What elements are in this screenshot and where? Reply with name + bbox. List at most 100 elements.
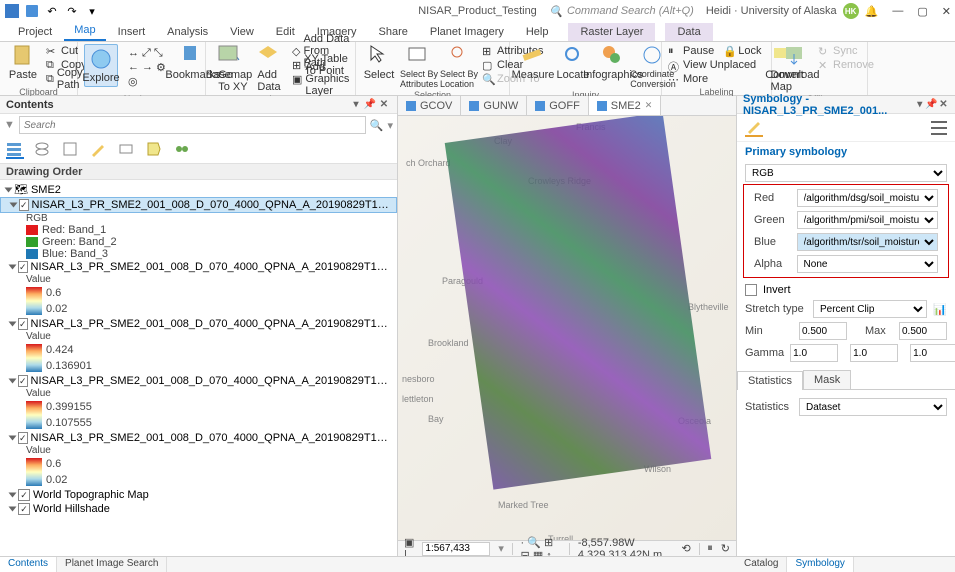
nav-prev-icon[interactable]: ← (128, 61, 139, 73)
tab-project[interactable]: Project (8, 23, 62, 41)
symb-pin-icon[interactable]: 📌 (925, 99, 937, 110)
command-search[interactable]: 🔍 Command Search (Alt+Q) (549, 5, 694, 18)
sub-tab-statistics[interactable]: Statistics (737, 371, 803, 390)
tab-planet-imagery[interactable]: Planet Imagery (420, 23, 514, 41)
close-button[interactable]: ✕ (942, 5, 951, 18)
save-icon[interactable] (24, 3, 40, 19)
view-unplaced-button[interactable]: ⒶView Unplaced (668, 58, 761, 72)
layer-row[interactable]: ✓NISAR_L3_PR_SME2_001_008_D_070_4000_QPN… (0, 317, 397, 331)
map-tab-gcov[interactable]: GCOV (398, 96, 461, 115)
expand-icon[interactable] (10, 203, 18, 208)
layer-row[interactable]: ✓NISAR_L3_PR_SME2_001_008_D_070_4000_QPN… (0, 431, 397, 445)
scale-dd-icon[interactable]: ▾ (498, 542, 504, 555)
list-by-selection-icon[interactable] (62, 141, 80, 159)
visibility-checkbox[interactable]: ✓ (18, 432, 28, 444)
nav-scale-icon[interactable]: ⤡ (154, 47, 163, 60)
symbology-type-select[interactable]: RGB (745, 164, 947, 182)
expand-icon[interactable] (9, 265, 17, 270)
contents-search-input[interactable] (19, 116, 366, 134)
max-input[interactable] (899, 322, 947, 340)
gamma-g-input[interactable] (850, 344, 898, 362)
filter-icon[interactable]: ▼ (4, 119, 15, 131)
nav-dot-icon[interactable]: ◎ (128, 75, 138, 88)
paste-button[interactable]: Paste (6, 44, 40, 81)
maximize-button[interactable]: ▢ (917, 5, 927, 18)
expand-icon[interactable] (9, 322, 17, 327)
ctx-tab-data[interactable]: Data (665, 23, 712, 41)
map-tab-sme2[interactable]: SME2✕ (589, 96, 662, 115)
expand-icon[interactable] (5, 187, 13, 192)
bell-icon[interactable]: 🔔 (865, 5, 879, 18)
bottom-tab-planet-image-search[interactable]: Planet Image Search (57, 557, 167, 572)
invert-checkbox[interactable] (745, 284, 757, 296)
histogram-icon[interactable]: 📊 (933, 303, 947, 316)
expand-icon[interactable] (9, 379, 17, 384)
minimize-button[interactable]: — (892, 5, 903, 18)
gamma-r-input[interactable] (790, 344, 838, 362)
tab-help[interactable]: Help (516, 23, 559, 41)
tab-analysis[interactable]: Analysis (157, 23, 218, 41)
tab-share[interactable]: Share (369, 23, 418, 41)
add-data-button[interactable]: Add Data (252, 44, 286, 93)
layer-row[interactable]: ✓World Topographic Map (0, 488, 397, 502)
search-menu-icon[interactable]: ▾ (387, 119, 393, 132)
expand-icon[interactable] (9, 436, 17, 441)
layer-row[interactable]: ✓NISAR_L3_PR_SME2_001_008_D_070_4000_QPN… (0, 260, 397, 274)
contents-close-icon[interactable]: ✕ (377, 99, 391, 110)
user-name[interactable]: Heidi · University of Alaska (706, 5, 837, 17)
list-by-labeling-icon[interactable] (146, 141, 164, 159)
undo-icon[interactable]: ↶ (44, 3, 60, 19)
visibility-checkbox[interactable]: ✓ (19, 199, 29, 211)
map-view[interactable]: FrancisClaych OrchardCrowleys RidgeParag… (398, 116, 736, 540)
bottom-tab-catalog[interactable]: Catalog (736, 557, 787, 572)
contents-menu-icon[interactable]: ▾ (349, 99, 363, 110)
list-by-snapping-icon[interactable] (118, 141, 136, 159)
pause-draw-icon[interactable]: ⏸ (707, 542, 713, 555)
search-icon[interactable]: 🔍 (370, 119, 384, 132)
blue-band-select[interactable]: /algorithm/tsr/soil_moisture (797, 233, 938, 251)
visibility-checkbox[interactable]: ✓ (18, 503, 30, 515)
symb-menu-icon[interactable]: ▾ (914, 99, 925, 110)
expand-icon[interactable] (9, 493, 17, 498)
more-labeling-button[interactable]: ⋯More (668, 72, 761, 86)
alpha-band-select[interactable]: None (797, 255, 938, 273)
bookmarks-button[interactable]: Bookmarks (176, 44, 210, 81)
redo-icon[interactable]: ↷ (64, 3, 80, 19)
tab-insert[interactable]: Insert (108, 23, 156, 41)
red-band-select[interactable]: /algorithm/dsg/soil_moisture (797, 189, 938, 207)
select-by-attr-button[interactable]: Select By Attributes (402, 44, 436, 89)
tab-map[interactable]: Map (64, 21, 105, 41)
primary-symb-icon[interactable] (745, 119, 763, 137)
layer-group-row[interactable]: 🗺SME2 (2, 182, 397, 197)
visibility-checkbox[interactable]: ✓ (18, 489, 30, 501)
ctx-tab-raster-layer[interactable]: Raster Layer (568, 23, 655, 41)
basemap-button[interactable]: Basemap (212, 44, 246, 81)
rotation-icon[interactable]: ⟲ (681, 542, 690, 555)
symb-burger-icon[interactable] (931, 121, 947, 135)
expand-icon[interactable] (9, 507, 17, 512)
tab-view[interactable]: View (220, 23, 264, 41)
select-button[interactable]: Select (362, 44, 396, 81)
scale-input[interactable] (422, 542, 490, 556)
explore-button[interactable]: Explore (84, 44, 118, 87)
layer-row[interactable]: ✓World Hillshade (0, 502, 397, 516)
symb-close-icon[interactable]: ✕ (938, 99, 949, 110)
map-tab-goff[interactable]: GOFF (527, 96, 589, 115)
min-input[interactable] (799, 322, 847, 340)
list-by-source-icon[interactable] (34, 141, 52, 159)
measure-button[interactable]: Measure (516, 44, 550, 81)
map-tab-gunw[interactable]: GUNW (461, 96, 527, 115)
visibility-checkbox[interactable]: ✓ (18, 261, 28, 273)
list-by-perception-icon[interactable] (174, 141, 192, 159)
nav-full-icon[interactable]: ⤢ (142, 47, 151, 60)
qat-menu-icon[interactable]: ▾ (84, 3, 100, 19)
download-map-button[interactable]: Download Map (778, 44, 812, 93)
list-by-drawing-icon[interactable] (6, 141, 24, 159)
add-graphics-button[interactable]: ▣Add Graphics Layer (292, 72, 351, 86)
pause-labeling-button[interactable]: ⏸Pause🔒Lock (668, 44, 761, 58)
layer-row[interactable]: ✓NISAR_L3_PR_SME2_001_008_D_070_4000_QPN… (0, 197, 397, 213)
layer-row[interactable]: ✓NISAR_L3_PR_SME2_001_008_D_070_4000_QPN… (0, 374, 397, 388)
bottom-tab-contents[interactable]: Contents (0, 557, 57, 572)
avatar[interactable]: HK (843, 3, 859, 19)
bottom-tab-symbology[interactable]: Symbology (787, 557, 853, 572)
